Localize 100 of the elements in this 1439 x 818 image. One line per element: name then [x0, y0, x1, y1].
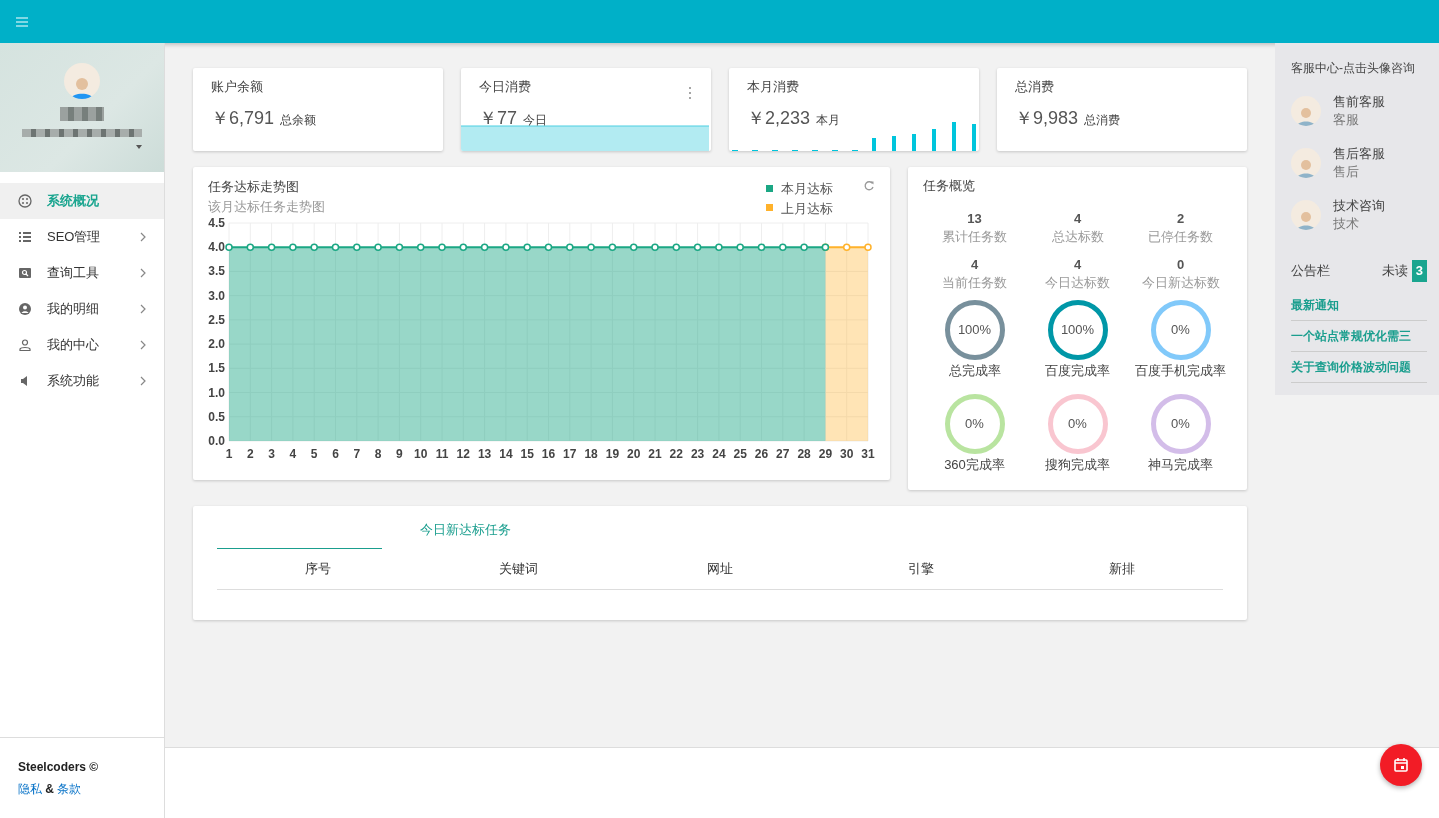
unit-text: 本月 [816, 111, 841, 129]
stat-value: 0 [1175, 255, 1186, 274]
stat-value: 2 [1175, 209, 1186, 228]
tab[interactable]: 今日新达标任务 [420, 520, 511, 540]
axis-label: 29 [818, 447, 833, 461]
percent-text: 100% [957, 320, 992, 339]
chevron-icon [140, 340, 146, 350]
column-header: 网址 [706, 560, 734, 579]
sidebar-item[interactable]: 我的明细 [0, 291, 164, 327]
column-header: 关键词 [498, 560, 540, 579]
rate-label: 百度手机完成率 [1135, 361, 1226, 380]
sidebar-item[interactable]: 系统功能 [0, 363, 164, 399]
footer-link[interactable]: 条款 [57, 782, 82, 796]
stat-label: 今日新达标数 [1140, 273, 1221, 292]
stat-value: 4 [1072, 209, 1083, 228]
axis-label: 9 [396, 447, 403, 461]
axis-label: 2 [246, 447, 254, 461]
axis-label: 4 [289, 447, 297, 461]
card-title: 今日消费 [479, 78, 531, 96]
stat-label: 累计任务数 [941, 227, 1008, 246]
contact-name[interactable]: 技术咨询 [1333, 197, 1385, 215]
contact-name[interactable]: 售后客服 [1333, 145, 1385, 163]
axis-label: 22 [669, 447, 683, 461]
unit-text: 今日 [523, 111, 548, 129]
axis-label: 1.5 [208, 361, 225, 376]
axis-label: 23 [690, 447, 705, 461]
refresh-icon[interactable] [863, 180, 875, 192]
stat-label: 今日达标数 [1044, 273, 1111, 292]
axis-label: 1 [225, 447, 233, 461]
chevron-icon [140, 232, 146, 242]
axis-label: 11 [435, 447, 449, 461]
avatar-icon[interactable] [1291, 96, 1321, 126]
stat-value: 4 [1072, 255, 1083, 274]
axis-label: 4.5 [208, 216, 225, 230]
axis-label: 21 [648, 447, 662, 461]
axis-label: 0.0 [208, 434, 225, 448]
axis-label: 15 [520, 447, 534, 461]
palette-icon [18, 194, 32, 208]
card-title: 总消费 [1015, 78, 1054, 96]
legend-label: 本月达标 [781, 180, 833, 198]
avatar-icon[interactable] [64, 63, 100, 99]
amount-text: ￥9,983 [1015, 106, 1079, 130]
unit-text: 总消费 [1084, 111, 1121, 129]
stat-value: 4 [969, 255, 980, 274]
more-icon[interactable] [688, 86, 692, 100]
axis-label: 1.0 [208, 385, 225, 400]
axis-label: 19 [605, 447, 620, 461]
axis-label: 14 [499, 447, 513, 461]
contact-name[interactable]: 售前客服 [1333, 93, 1385, 111]
panel-title: 客服中心-点击头像咨询 [1291, 60, 1416, 77]
card-title: 任务概览 [923, 177, 976, 195]
card-title: 账户余额 [211, 78, 263, 96]
axis-label: 20 [627, 447, 641, 461]
calendar-icon [1394, 758, 1408, 772]
axis-label: 13 [477, 447, 492, 461]
footer-link[interactable]: 隐私 [18, 782, 42, 796]
column-header: 新排 [1108, 560, 1137, 579]
amount-text: ￥77 [479, 106, 518, 130]
stat-value: 13 [966, 209, 983, 228]
axis-label: 30 [840, 447, 854, 461]
rate-label: 总完成率 [948, 361, 1001, 380]
axis-label: 5 [310, 447, 318, 461]
rate-label: 360完成率 [944, 456, 1005, 474]
axis-label: 6 [332, 447, 339, 461]
column-header: 序号 [303, 560, 332, 579]
stat-label: 当前任务数 [941, 273, 1008, 292]
axis-label: 8 [374, 447, 382, 461]
sidebar-item[interactable]: 我的中心 [0, 327, 164, 363]
avatar-icon[interactable] [1291, 200, 1321, 230]
rate-label: 搜狗完成率 [1045, 456, 1110, 474]
axis-label: 24 [712, 447, 726, 461]
amount-text: ￥2,233 [747, 106, 811, 130]
account-icon [18, 302, 32, 316]
axis-label: 3.5 [208, 264, 225, 279]
sidebar-item[interactable]: 查询工具 [0, 255, 164, 291]
axis-label: 26 [754, 447, 769, 461]
card-title: 本月消费 [747, 78, 799, 96]
chart-subtitle: 该月达标任务走势图 [208, 197, 325, 216]
chevron-icon [140, 376, 146, 386]
amount-text: ￥6,791 [211, 106, 275, 130]
axis-label: 2.5 [208, 312, 225, 327]
axis-label: 25 [733, 447, 747, 461]
axis-label: 2.0 [208, 337, 225, 352]
axis-label: 7 [353, 447, 361, 461]
avatar-icon[interactable] [1291, 148, 1321, 178]
person-icon [18, 338, 32, 352]
separator-text: & [45, 782, 54, 796]
list-icon [18, 230, 32, 244]
percent-text: 0% [1171, 415, 1190, 434]
sidebar-item[interactable]: SEO管理 [0, 219, 164, 255]
copyright-text: Steelcoders © [18, 759, 100, 776]
dropdown-caret-icon[interactable] [136, 145, 142, 149]
percent-text: 0% [1171, 320, 1190, 339]
axis-label: 16 [541, 447, 556, 461]
stat-label: 总达标数 [1050, 227, 1105, 246]
axis-label: 10 [414, 447, 428, 461]
notice-title: 公告栏 [1291, 262, 1330, 280]
menu-icon[interactable] [16, 16, 28, 27]
chart-title: 任务达标走势图 [208, 178, 300, 196]
axis-label: 18 [584, 447, 598, 461]
